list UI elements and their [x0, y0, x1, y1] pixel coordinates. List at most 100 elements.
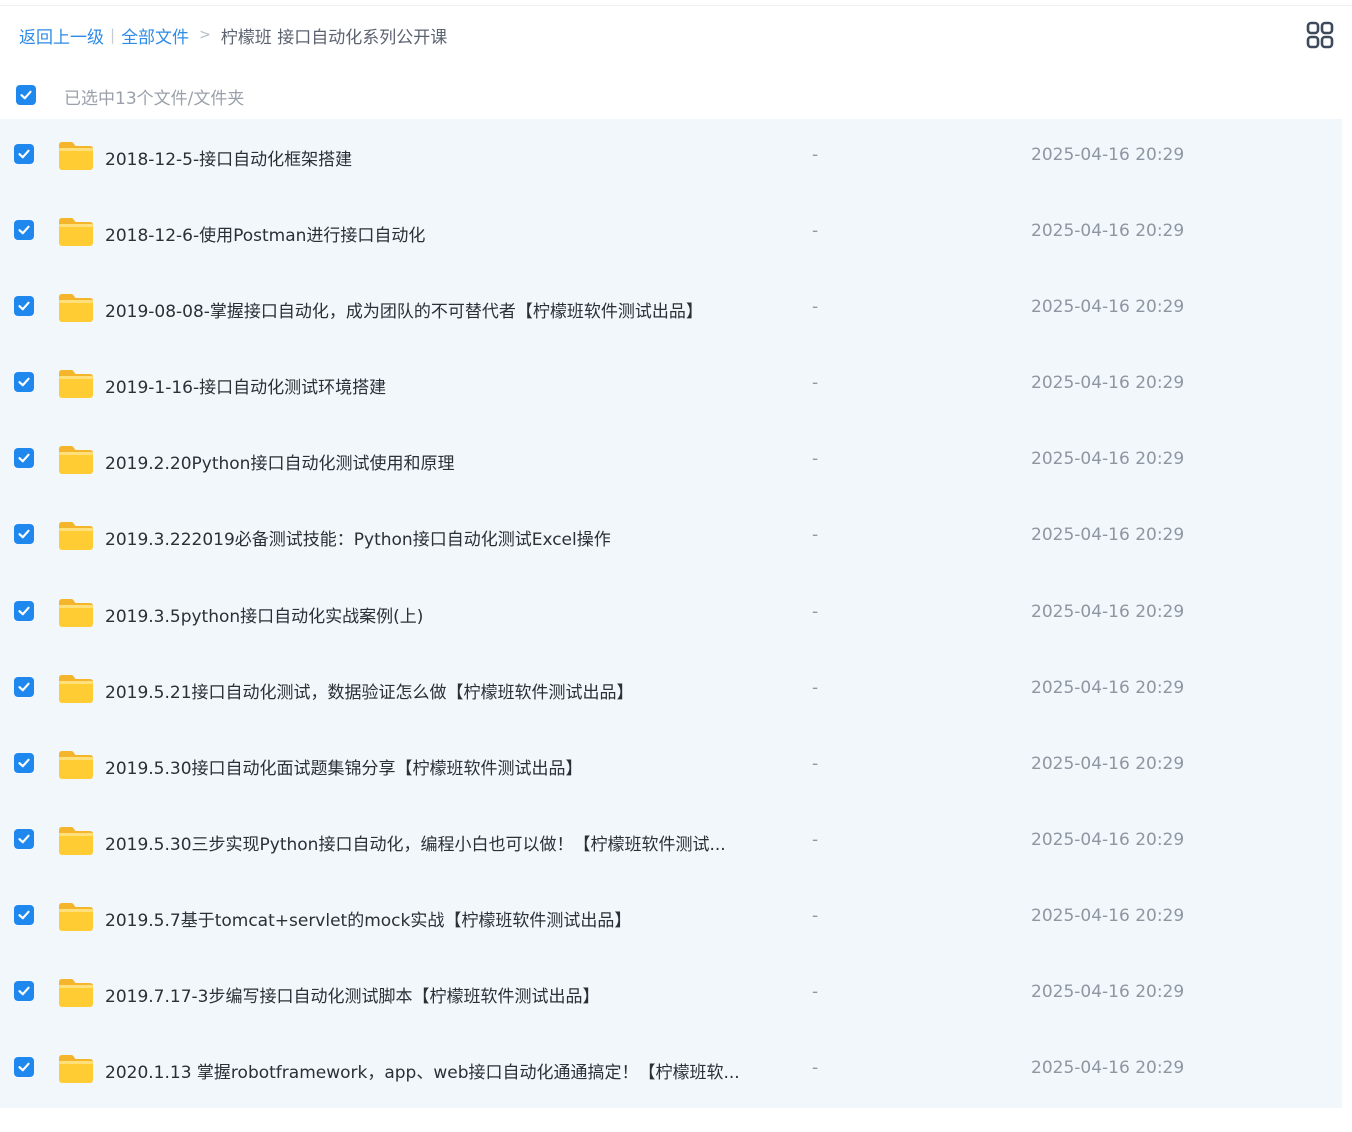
- folder-icon: [59, 446, 93, 475]
- file-name[interactable]: 2019.2.20Python接口自动化测试使用和原理: [105, 449, 765, 474]
- checkmark-icon: [18, 606, 30, 615]
- folder-icon: [59, 674, 93, 703]
- file-row[interactable]: 2019.2.20Python接口自动化测试使用和原理 - 2025-04-16…: [0, 423, 1342, 499]
- file-size: -: [812, 677, 819, 698]
- row-checkbox[interactable]: [14, 752, 34, 773]
- current-folder-title: 柠檬班 接口自动化系列公开课: [220, 27, 448, 48]
- folder-icon: [59, 902, 93, 931]
- file-size: -: [812, 905, 819, 926]
- file-size: -: [812, 373, 819, 394]
- checkmark-icon: [18, 1062, 30, 1072]
- row-checkbox[interactable]: [14, 1057, 34, 1078]
- file-row[interactable]: 2019.5.21接口自动化测试，数据验证怎么做【柠檬班软件测试出品】 - 20…: [0, 652, 1342, 728]
- file-row[interactable]: 2019.3.222019必备测试技能：Python接口自动化测试Excel操作…: [0, 499, 1342, 575]
- all-files-link[interactable]: 全部文件: [121, 23, 189, 48]
- file-name[interactable]: 2019.3.222019必备测试技能：Python接口自动化测试Excel操作: [105, 525, 765, 550]
- file-modified-date: 2025-04-16 20:29: [1031, 829, 1185, 850]
- breadcrumb-separator: |: [110, 26, 116, 44]
- folder-icon: [59, 370, 93, 399]
- row-checkbox[interactable]: [14, 448, 34, 469]
- file-size: -: [812, 221, 819, 242]
- checkmark-icon: [18, 910, 30, 920]
- file-modified-date: 2025-04-16 20:29: [1031, 677, 1185, 698]
- folder-icon: [59, 1055, 93, 1084]
- folder-icon: [59, 826, 93, 855]
- checkmark-icon: [20, 90, 32, 100]
- file-name[interactable]: 2019.5.30三步实现Python接口自动化，编程小白也可以做！【柠檬班软件…: [105, 830, 765, 855]
- file-size: -: [812, 449, 819, 470]
- file-name[interactable]: 2019-1-16-接口自动化测试环境搭建: [105, 373, 765, 398]
- file-row[interactable]: 2018-12-5-接口自动化框架搭建 - 2025-04-16 20:29: [0, 119, 1342, 195]
- row-checkbox[interactable]: [14, 676, 34, 697]
- selection-header: 已选中13个文件/文件夹: [0, 78, 1342, 112]
- row-checkbox[interactable]: [14, 372, 34, 393]
- file-modified-date: 2025-04-16 20:29: [1031, 753, 1185, 774]
- file-name[interactable]: 2018-12-6-使用Postman进行接口自动化: [105, 221, 765, 246]
- file-row[interactable]: 2020.1.13 掌握robotframework，app、web接口自动化通…: [0, 1032, 1342, 1108]
- checkmark-icon: [18, 834, 30, 844]
- checkmark-icon: [18, 149, 30, 159]
- file-modified-date: 2025-04-16 20:29: [1031, 221, 1185, 242]
- file-row[interactable]: 2019.3.5python接口自动化实战案例(上) - 2025-04-16 …: [0, 576, 1342, 652]
- checkmark-icon: [18, 301, 30, 311]
- file-size: -: [812, 753, 819, 774]
- file-size: -: [812, 525, 819, 546]
- file-modified-date: 2025-04-16 20:29: [1031, 145, 1185, 165]
- checkmark-icon: [18, 454, 30, 463]
- file-name[interactable]: 2019.5.30接口自动化面试题集锦分享【柠檬班软件测试出品】: [105, 754, 765, 779]
- file-size: -: [812, 601, 819, 622]
- file-row[interactable]: 2018-12-6-使用Postman进行接口自动化 - 2025-04-16 …: [0, 195, 1342, 271]
- folder-icon: [59, 750, 93, 779]
- file-name[interactable]: 2020.1.13 掌握robotframework，app、web接口自动化通…: [105, 1058, 765, 1083]
- folder-icon: [59, 218, 93, 247]
- file-name[interactable]: 2019.3.5python接口自动化实战案例(上): [105, 602, 765, 627]
- file-modified-date: 2025-04-16 20:29: [1031, 297, 1185, 318]
- file-row[interactable]: 2019.5.30接口自动化面试题集锦分享【柠檬班软件测试出品】 - 2025-…: [0, 728, 1342, 804]
- file-name[interactable]: 2019.5.7基于tomcat+servlet的mock实战【柠檬班软件测试出…: [105, 906, 765, 931]
- checkmark-icon: [18, 986, 30, 996]
- row-checkbox[interactable]: [14, 600, 34, 621]
- row-checkbox[interactable]: [14, 828, 34, 849]
- row-checkbox[interactable]: [14, 904, 34, 925]
- file-modified-date: 2025-04-16 20:29: [1031, 905, 1185, 926]
- folder-icon: [59, 522, 93, 551]
- file-name[interactable]: 2019.5.21接口自动化测试，数据验证怎么做【柠檬班软件测试出品】: [105, 678, 765, 703]
- file-modified-date: 2025-04-16 20:29: [1031, 525, 1185, 546]
- checkmark-icon: [18, 682, 30, 691]
- select-all-checkbox[interactable]: [16, 85, 36, 105]
- top-divider: [0, 0, 1352, 6]
- file-row[interactable]: 2019.5.30三步实现Python接口自动化，编程小白也可以做！【柠檬班软件…: [0, 804, 1342, 880]
- file-list: 2018-12-5-接口自动化框架搭建 - 2025-04-16 20:29 2…: [0, 119, 1342, 1108]
- file-size: -: [812, 297, 819, 318]
- grid-view-icon[interactable]: [1306, 21, 1334, 49]
- folder-icon: [59, 294, 93, 323]
- file-row[interactable]: 2019.5.7基于tomcat+servlet的mock实战【柠檬班软件测试出…: [0, 880, 1342, 956]
- file-modified-date: 2025-04-16 20:29: [1031, 601, 1185, 622]
- folder-icon: [59, 979, 93, 1008]
- folder-icon: [59, 142, 93, 170]
- checkmark-icon: [18, 225, 30, 235]
- row-checkbox[interactable]: [14, 144, 34, 164]
- file-name[interactable]: 2018-12-5-接口自动化框架搭建: [105, 145, 765, 170]
- row-checkbox[interactable]: [14, 220, 34, 241]
- file-row[interactable]: 2019-08-08-掌握接口自动化，成为团队的不可替代者【柠檬班软件测试出品】…: [0, 271, 1342, 347]
- file-modified-date: 2025-04-16 20:29: [1031, 449, 1185, 470]
- file-size: -: [812, 1058, 819, 1079]
- breadcrumb: 返回上一级 | 全部文件 > 柠檬班 接口自动化系列公开课: [19, 22, 447, 48]
- checkmark-icon: [18, 530, 30, 539]
- file-size: -: [812, 829, 819, 850]
- file-name[interactable]: 2019.7.17-3步编写接口自动化测试脚本【柠檬班软件测试出品】: [105, 982, 765, 1007]
- folder-icon: [59, 598, 93, 627]
- back-link[interactable]: 返回上一级: [19, 23, 104, 48]
- file-row[interactable]: 2019-1-16-接口自动化测试环境搭建 - 2025-04-16 20:29: [0, 347, 1342, 423]
- selected-count-label: 已选中13个文件/文件夹: [64, 89, 245, 109]
- checkmark-icon: [18, 377, 30, 387]
- row-checkbox[interactable]: [14, 981, 34, 1002]
- file-size: -: [812, 145, 819, 165]
- checkmark-icon: [18, 758, 30, 768]
- breadcrumb-arrow: >: [199, 27, 211, 43]
- file-row[interactable]: 2019.7.17-3步编写接口自动化测试脚本【柠檬班软件测试出品】 - 202…: [0, 956, 1342, 1032]
- row-checkbox[interactable]: [14, 524, 34, 545]
- file-name[interactable]: 2019-08-08-掌握接口自动化，成为团队的不可替代者【柠檬班软件测试出品】: [105, 297, 765, 322]
- row-checkbox[interactable]: [14, 296, 34, 317]
